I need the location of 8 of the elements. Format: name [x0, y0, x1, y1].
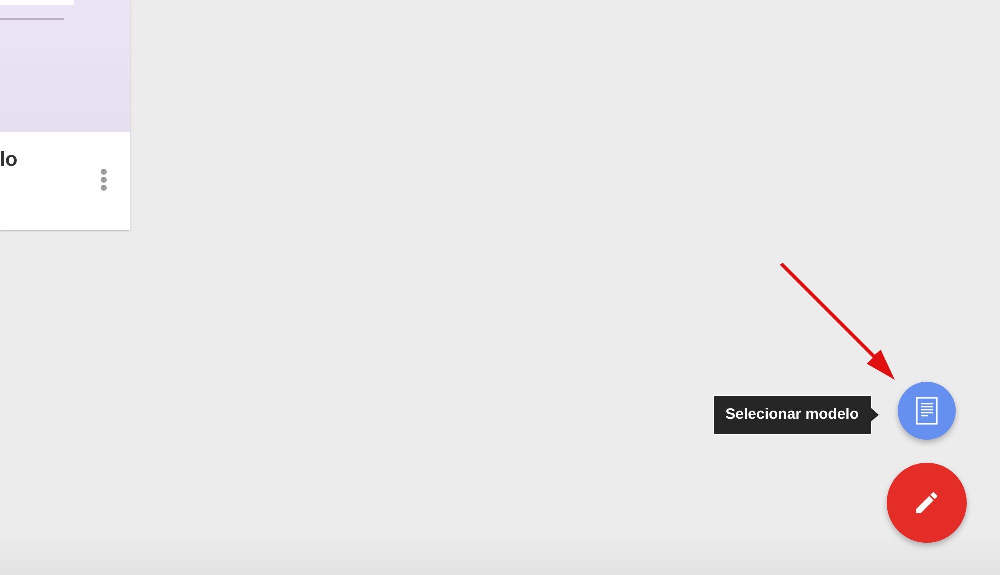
form-card[interactable]: lo: [0, 0, 130, 230]
card-title: lo: [0, 149, 18, 171]
more-options-icon[interactable]: [100, 168, 108, 192]
tooltip-pointer: [871, 408, 879, 422]
tooltip: Selecionar modelo: [712, 395, 872, 435]
document-icon: [916, 397, 938, 425]
edit-button[interactable]: [887, 463, 967, 543]
select-template-button[interactable]: [898, 382, 956, 440]
